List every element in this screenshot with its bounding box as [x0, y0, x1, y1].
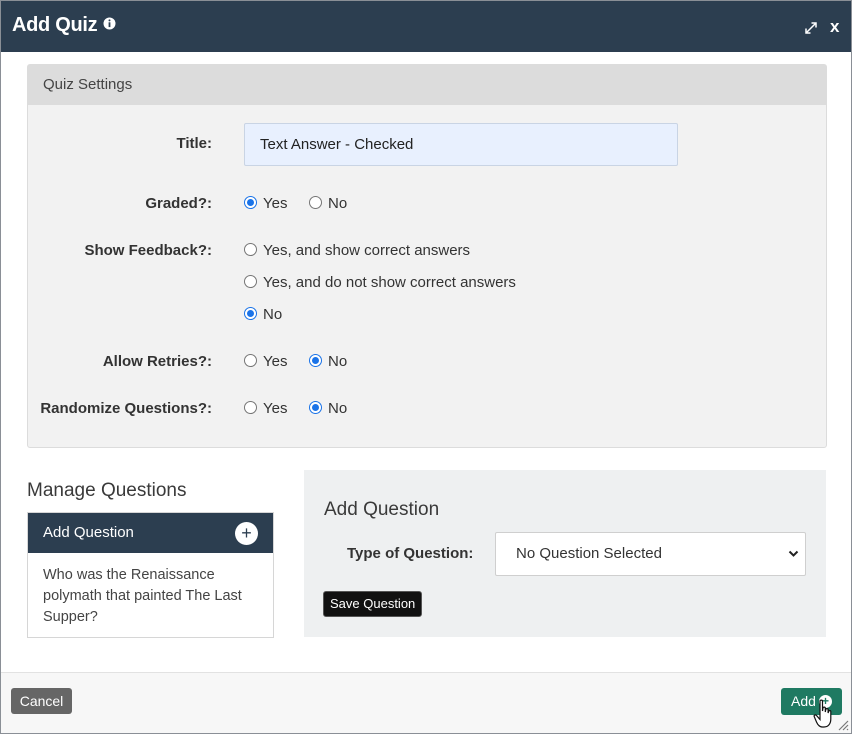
- quiz-settings-header: Quiz Settings: [28, 65, 826, 105]
- radio-button[interactable]: [309, 354, 322, 367]
- expand-icon[interactable]: [804, 21, 818, 35]
- save-question-button[interactable]: Save Question: [323, 591, 423, 617]
- question-type-label: Type of Question:: [347, 545, 474, 562]
- question-type-select[interactable]: No Question Selected: [495, 532, 806, 576]
- retries-yes-radio[interactable]: Yes: [244, 353, 287, 370]
- radio-button[interactable]: [309, 196, 322, 209]
- radio-button[interactable]: [244, 243, 257, 256]
- show-feedback-label: Show Feedback?:: [84, 242, 212, 259]
- question-list-header: Add Question +: [28, 513, 273, 553]
- graded-label: Graded?:: [145, 195, 212, 212]
- dialog-footer: Cancel Add +: [1, 672, 851, 733]
- radio-button[interactable]: [244, 196, 257, 209]
- add-question-plus-button[interactable]: +: [235, 522, 258, 545]
- radio-button[interactable]: [244, 354, 257, 367]
- question-list-card: Add Question + Who was the Renaissance p…: [27, 512, 274, 638]
- info-icon[interactable]: [103, 17, 116, 30]
- hand-cursor-icon: [813, 699, 832, 728]
- randomize-no-radio[interactable]: No: [309, 400, 347, 417]
- question-list-header-label: Add Question: [43, 524, 134, 541]
- manage-questions-title: Manage Questions: [27, 480, 187, 501]
- feedback-show-correct-radio[interactable]: Yes, and show correct answers: [244, 242, 470, 259]
- randomize-label: Randomize Questions?:: [40, 400, 212, 417]
- radio-button[interactable]: [309, 401, 322, 414]
- randomize-yes-radio[interactable]: Yes: [244, 400, 287, 417]
- resize-handle-icon[interactable]: [837, 719, 849, 731]
- question-type-value: No Question Selected: [516, 545, 662, 562]
- feedback-no-correct-radio[interactable]: Yes, and do not show correct answers: [244, 274, 516, 291]
- feedback-no-radio[interactable]: No: [244, 306, 282, 323]
- graded-yes-radio[interactable]: Yes: [244, 195, 287, 212]
- add-quiz-dialog: Add Quiz x Quiz Settings Title: Text Ans…: [0, 0, 852, 734]
- title-input[interactable]: Text Answer - Checked: [244, 123, 678, 166]
- radio-button[interactable]: [244, 275, 257, 288]
- dialog-body: Quiz Settings Title: Text Answer - Check…: [1, 52, 851, 672]
- quiz-settings-panel: Quiz Settings Title: Text Answer - Check…: [27, 64, 827, 448]
- close-button[interactable]: x: [830, 17, 839, 37]
- question-list-item[interactable]: Who was the Renaissance polymath that pa…: [28, 553, 273, 640]
- retries-no-radio[interactable]: No: [309, 353, 347, 370]
- dialog-title: Add Quiz: [12, 14, 98, 36]
- chevron-down-icon: [788, 550, 799, 557]
- add-question-panel: Add Question Type of Question: No Questi…: [304, 470, 826, 637]
- add-question-title: Add Question: [324, 499, 440, 520]
- allow-retries-label: Allow Retries?:: [102, 353, 212, 370]
- title-label: Title:: [176, 135, 212, 152]
- cancel-button[interactable]: Cancel: [11, 688, 72, 714]
- graded-no-radio[interactable]: No: [309, 195, 347, 212]
- radio-button[interactable]: [244, 401, 257, 414]
- dialog-titlebar: Add Quiz x: [1, 1, 851, 52]
- radio-button[interactable]: [244, 307, 257, 320]
